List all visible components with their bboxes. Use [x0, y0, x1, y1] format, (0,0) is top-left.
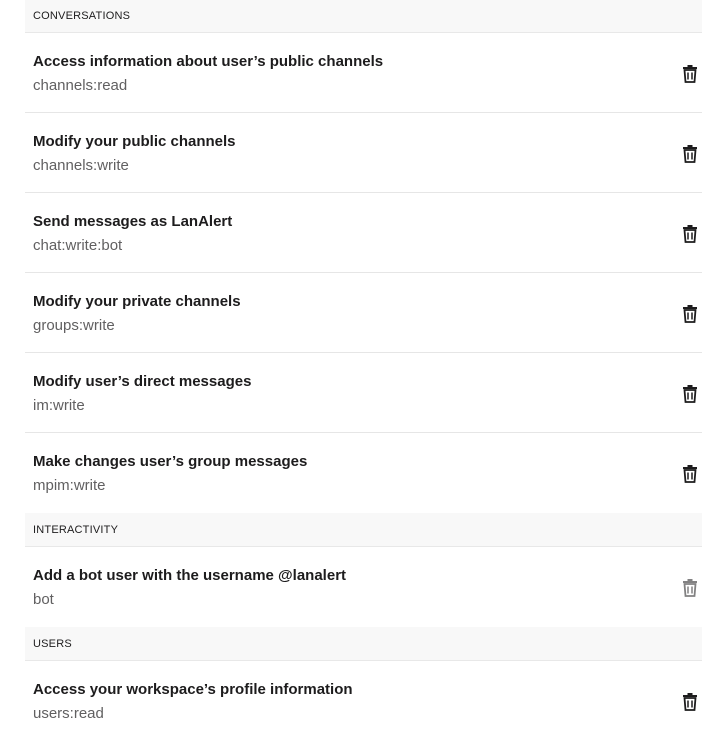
scope-row: Modify your private channels groups:writ…	[25, 273, 702, 353]
remove-scope-button[interactable]	[680, 221, 700, 245]
scope-title: Modify your public channels	[33, 133, 236, 150]
scope-title: Modify your private channels	[33, 293, 241, 310]
trash-icon	[682, 692, 698, 711]
remove-scope-button[interactable]	[680, 461, 700, 485]
scope-title: Access information about user’s public c…	[33, 53, 384, 70]
remove-scope-button[interactable]	[680, 301, 700, 325]
scope-row: Send messages as LanAlert chat:write:bot	[25, 193, 702, 273]
scope-row: Modify user’s direct messages im:write	[25, 353, 702, 433]
scope-title: Access your workspace’s profile informat…	[33, 681, 353, 698]
scope-title: Modify user’s direct messages	[33, 373, 252, 390]
scope-id: mpim:write	[33, 477, 106, 494]
scope-row: Add a bot user with the username @lanale…	[25, 547, 702, 627]
scope-id: users:read	[33, 705, 104, 722]
remove-scope-button[interactable]	[680, 61, 700, 85]
scope-id: channels:write	[33, 157, 129, 174]
scope-row: Access information about user’s public c…	[25, 33, 702, 113]
trash-icon	[682, 224, 698, 243]
trash-icon	[682, 464, 698, 483]
section-header-users: USERS	[25, 627, 702, 661]
trash-icon	[682, 304, 698, 323]
scope-id: channels:read	[33, 77, 128, 94]
scope-title: Send messages as LanAlert	[33, 213, 233, 230]
scope-id: chat:write:bot	[33, 237, 123, 254]
trash-icon	[682, 578, 698, 597]
scope-id: im:write	[33, 397, 85, 414]
scope-id: bot	[33, 591, 54, 608]
scope-row: Make changes user’s group messages mpim:…	[25, 433, 702, 513]
scope-id: groups:write	[33, 317, 115, 334]
scope-row: Access your workspace’s profile informat…	[25, 661, 702, 741]
oauth-scopes-panel: CONVERSATIONS Access information about u…	[25, 0, 702, 741]
section-header-interactivity: INTERACTIVITY	[25, 513, 702, 547]
trash-icon	[682, 384, 698, 403]
scope-row: Modify your public channels channels:wri…	[25, 113, 702, 193]
remove-scope-button[interactable]	[680, 141, 700, 165]
scope-title: Make changes user’s group messages	[33, 453, 308, 470]
trash-icon	[682, 64, 698, 83]
trash-icon	[682, 144, 698, 163]
remove-scope-button[interactable]	[680, 381, 700, 405]
remove-scope-button[interactable]	[680, 689, 700, 713]
scope-title: Add a bot user with the username @lanale…	[33, 567, 347, 584]
section-header-conversations: CONVERSATIONS	[25, 0, 702, 33]
remove-scope-button-disabled	[680, 575, 700, 599]
